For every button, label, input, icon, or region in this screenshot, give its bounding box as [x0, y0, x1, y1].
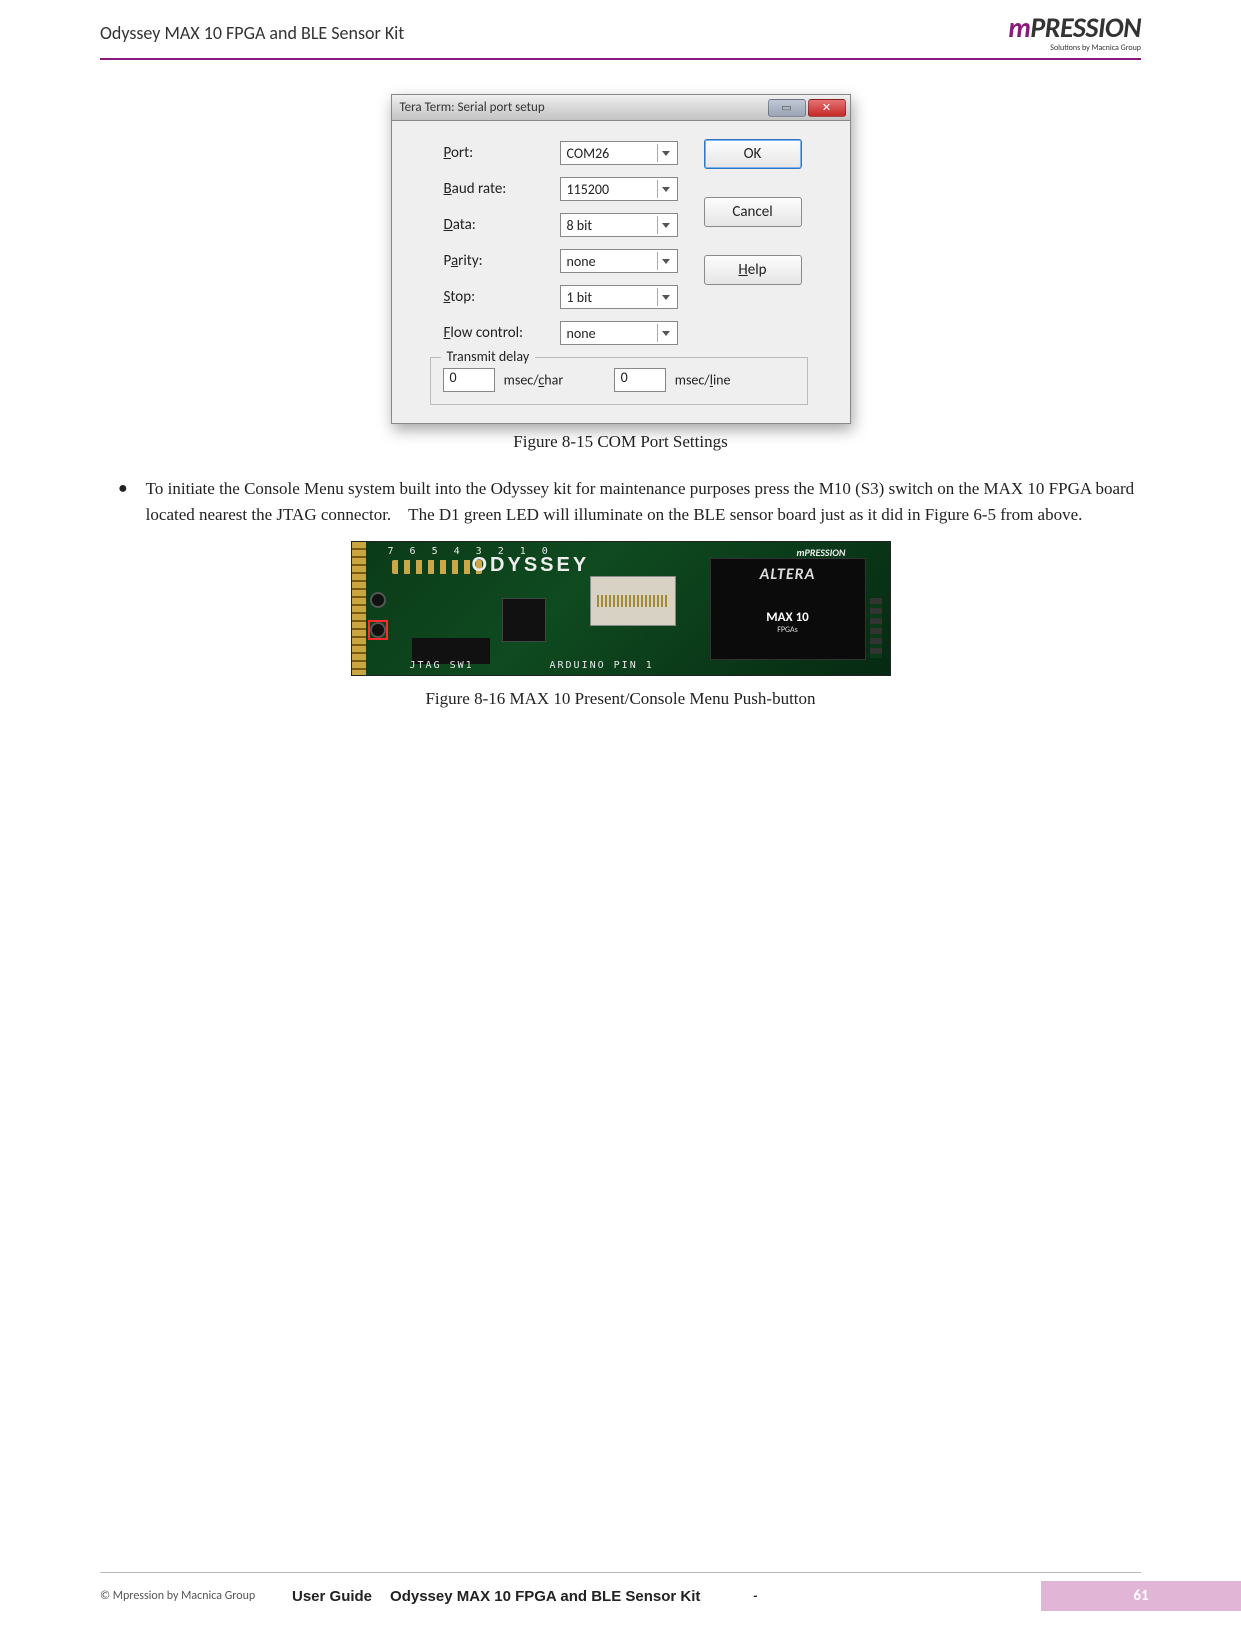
port-label: PPort:ort:	[444, 144, 560, 162]
pcb-silkscreen-title: ODYSSEY	[472, 554, 590, 577]
pcb-arduino-label: ARDUINO PIN 1	[550, 660, 654, 671]
msec-char-label: msec/char	[504, 372, 564, 389]
baud-label: Baud rate:	[444, 180, 560, 198]
port-select[interactable]: COM26	[560, 141, 678, 165]
page-number-badge: 61	[1041, 1581, 1241, 1611]
chevron-down-icon[interactable]	[657, 324, 675, 342]
transmit-delay-group: Transmit delay 0 msec/char 0 msec/line	[430, 357, 808, 405]
paragraph-text: To initiate the Console Menu system buil…	[146, 476, 1141, 527]
logo-pression: PRESSION	[1030, 10, 1141, 45]
data-select[interactable]: 8 bit	[560, 213, 678, 237]
chevron-down-icon[interactable]	[657, 180, 675, 198]
chevron-down-icon[interactable]	[657, 216, 675, 234]
page-footer: © Mpression by Macnica Group User Guide …	[0, 1572, 1241, 1611]
minimize-icon[interactable]: ▭	[768, 99, 806, 117]
parity-select[interactable]: none	[560, 249, 678, 273]
help-button[interactable]: Help	[704, 255, 802, 285]
ok-button[interactable]: OK	[704, 139, 802, 169]
doc-title: Odyssey MAX 10 FPGA and BLE Sensor Kit	[100, 20, 1141, 50]
bullet-dot-icon: ●	[118, 476, 146, 527]
figure-8-16-caption: Figure 8-16 MAX 10 Present/Console Menu …	[100, 689, 1141, 709]
data-label: Data:	[444, 216, 560, 234]
transmit-legend: Transmit delay	[441, 348, 536, 365]
figure-8-15-caption: Figure 8-15 COM Port Settings	[100, 432, 1141, 452]
chevron-down-icon[interactable]	[657, 288, 675, 306]
cancel-button[interactable]: Cancel	[704, 197, 802, 227]
brand-logo: mPRESSION Solutions by Macnica Group	[1008, 10, 1141, 53]
close-icon[interactable]: ✕	[808, 99, 846, 117]
parity-label: Parity:	[444, 252, 560, 270]
dialog-titlebar: Tera Term: Serial port setup ▭ ✕	[392, 95, 850, 121]
pcb-highlight-box	[368, 620, 388, 640]
tera-term-dialog: Tera Term: Serial port setup ▭ ✕ PPort:o…	[391, 94, 851, 424]
footer-doc-title: Odyssey MAX 10 FPGA and BLE Sensor Kit	[390, 1588, 700, 1605]
dialog-title: Tera Term: Serial port setup	[400, 100, 545, 115]
msec-line-input[interactable]: 0	[614, 368, 666, 392]
msec-line-label: msec/line	[675, 372, 731, 389]
flow-label: Flow control:	[444, 324, 560, 342]
copyright-text: © Mpression by Macnica Group	[100, 1589, 292, 1603]
msec-char-input[interactable]: 0	[443, 368, 495, 392]
stop-label: Stop:	[444, 288, 560, 306]
pcb-button-s1	[370, 592, 386, 608]
stop-select[interactable]: 1 bit	[560, 285, 678, 309]
page-header: Odyssey MAX 10 FPGA and BLE Sensor Kit m…	[0, 0, 1241, 50]
flow-select[interactable]: none	[560, 321, 678, 345]
pcb-jtag-label: JTAG SW1	[410, 660, 474, 671]
footer-rule	[100, 1572, 1141, 1573]
bullet-paragraph: ● To initiate the Console Menu system bu…	[100, 476, 1141, 527]
footer-user-guide: User Guide	[292, 1588, 372, 1605]
pcb-board-image: 7 6 5 4 3 2 1 0 ODYSSEY mPRESSION ALTERA…	[351, 541, 891, 676]
logo-m: m	[1008, 10, 1030, 45]
chevron-down-icon[interactable]	[657, 252, 675, 270]
chevron-down-icon[interactable]	[657, 144, 675, 162]
pcb-main-chip: ALTERA MAX 10 FPGAs	[710, 558, 866, 660]
footer-dash: -	[700, 1589, 810, 1604]
baud-select[interactable]: 115200	[560, 177, 678, 201]
